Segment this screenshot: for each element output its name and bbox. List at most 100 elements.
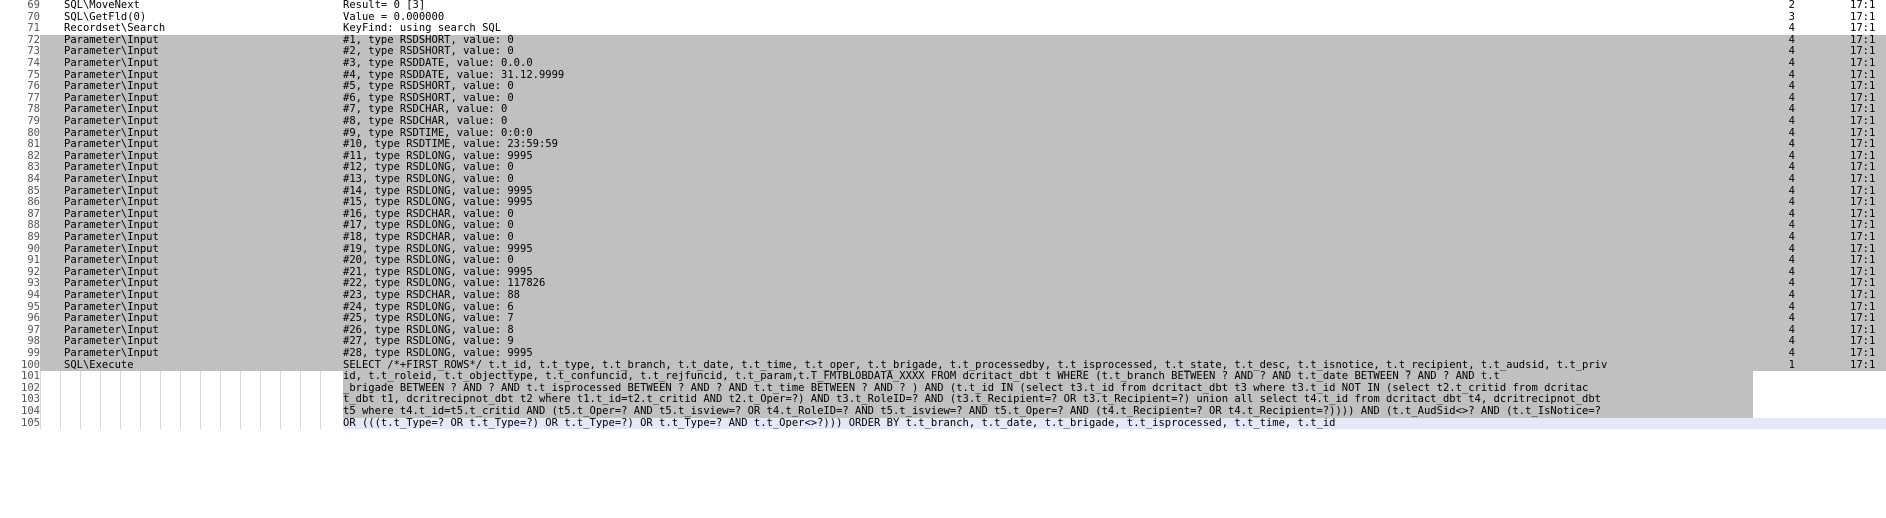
log-row[interactable]: 94 Parameter\Input #23, type RSDCHAR, valu… [0,289,1886,302]
row-number: 79 [0,115,40,128]
cell-divider [220,371,221,383]
row-message: #28, type RSDLONG, value: 9995 [343,347,533,359]
row-number: 105 [21,416,40,429]
row-message: SELECT /*+FIRST_ROWS*/ t.t_id, t.t_type,… [343,358,1608,371]
log-row[interactable]: 81 Parameter\Input #10, type RSDTIME, valu… [0,139,1886,151]
cell-divider [80,406,81,418]
empty-cells [40,406,340,418]
cell-divider [320,406,321,418]
log-row[interactable]: 100 SQL\Execute SELECT /*+FIRST_ROWS*/ t.t… [0,358,1886,372]
cell-divider [120,406,121,418]
cell-divider [60,394,61,406]
log-row[interactable]: 90 Parameter\Input #19, type RSDLONG, valu… [0,243,1886,256]
log-row[interactable]: 99 Parameter\Input #28, type RSDLONG, valu… [0,347,1886,360]
cell-divider [220,394,221,406]
log-row[interactable]: 80 Parameter\Input #9, type RSDTIME, value… [0,127,1886,140]
row-message: id, t.t_roleid, t.t_objecttype, t.t_conf… [343,371,1753,383]
log-row[interactable]: 91 Parameter\Input #20, type RSDLONG, valu… [0,255,1886,267]
log-row[interactable]: 83 Parameter\Input #12, type RSDLONG, valu… [0,162,1886,174]
row-level: 2 [1788,0,1795,11]
cell-divider [300,382,301,395]
cell-divider [160,382,161,395]
log-row-continuation[interactable]: 104 t5 where t4.t_id=t5.t_critid AND (t5.… [0,405,1886,418]
row-event-name: Parameter\Input [64,347,159,359]
row-number: 104 [21,405,40,417]
log-row[interactable]: 95 Parameter\Input #24, type RSDLONG, valu… [0,301,1886,314]
cell-divider [240,394,241,406]
log-row[interactable]: 73 Parameter\Input #2, type RSDSHORT, valu… [0,46,1886,58]
empty-cells [40,417,340,430]
row-number: 74 [0,57,40,70]
row-time: 17:1 [1850,57,1876,69]
row-message: Result= 0 [3] [343,0,426,11]
cell-divider [280,394,281,406]
row-time: 17:1 [1850,231,1876,243]
log-row[interactable]: 78 Parameter\Input #7, type RSDCHAR, value… [0,104,1886,116]
row-level: 4 [1788,173,1795,185]
row-number: 99 [0,347,40,360]
cell-divider [260,417,261,430]
log-row[interactable]: 82 Parameter\Input #11, type RSDLONG, valu… [0,150,1886,163]
log-row[interactable]: 69 SQL\MoveNext Result= 0 [3] 2 17:1 [0,0,1886,12]
log-row[interactable]: 74 Parameter\Input #3, type RSDDATE, value… [0,57,1886,70]
row-event-name: Parameter\Input [64,173,159,185]
log-row[interactable]: 86 Parameter\Input #15, type RSDLONG, valu… [0,197,1886,209]
cell-divider [200,394,201,406]
row-message: #13, type RSDLONG, value: 0 [343,173,514,185]
cell-divider [180,406,181,418]
cell-divider [80,382,81,395]
cell-divider [80,417,81,430]
log-row[interactable]: 72 Parameter\Input #1, type RSDSHORT, valu… [0,34,1886,47]
log-row[interactable]: 96 Parameter\Input #25, type RSDLONG, valu… [0,313,1886,325]
row-number: 69 [27,0,40,11]
log-row[interactable]: 75 Parameter\Input #4, type RSDDATE, value… [0,69,1886,82]
cell-divider [300,417,301,430]
row-message: #23, type RSDCHAR, value: 88 [343,289,521,301]
log-row[interactable]: 85 Parameter\Input #14, type RSDLONG, valu… [0,185,1886,198]
log-row[interactable]: 71 Recordset\Search KeyFind: using search … [0,23,1886,35]
cell-divider [240,406,241,418]
log-row[interactable]: 89 Parameter\Input #18, type RSDCHAR, valu… [0,231,1886,244]
cell-divider [140,394,141,406]
row-event-name: Parameter\Input [64,115,159,127]
cell-divider [160,417,161,430]
log-row-continuation[interactable]: 101 id, t.t_roleid, t.t_objecttype, t.t_c… [0,371,1886,383]
cell-divider [60,406,61,418]
log-row[interactable]: 87 Parameter\Input #16, type RSDCHAR, valu… [0,208,1886,221]
log-row[interactable]: 79 Parameter\Input #8, type RSDCHAR, value… [0,115,1886,128]
row-time: 17:1 [1850,115,1876,127]
log-row[interactable]: 77 Parameter\Input #6, type RSDSHORT, valu… [0,92,1886,105]
cell-divider [100,417,101,430]
log-row[interactable]: 88 Parameter\Input #17, type RSDLONG, valu… [0,220,1886,232]
cell-divider [320,394,321,406]
cell-divider [80,371,81,383]
cell-divider [80,394,81,406]
cell-divider [140,371,141,383]
log-row[interactable]: 93 Parameter\Input #22, type RSDLONG, valu… [0,278,1886,290]
row-time: 17:1 [1850,347,1876,359]
trace-log-grid[interactable]: 69 SQL\MoveNext Result= 0 [3] 2 17:1 70 SQL\Ge… [0,0,1886,518]
log-row-continuation[interactable]: 105 OR (((t.t_Type=? OR t.t_Type=?) OR t… [0,416,1886,430]
row-level: 4 [1788,347,1795,359]
cell-divider [240,417,241,430]
row-message: #18, type RSDCHAR, value: 0 [343,231,514,243]
log-row-continuation[interactable]: 103 t_dbt t1, dcritrecipnot_dbt t2 where … [0,394,1886,406]
cell-divider [100,394,101,406]
row-message: _brigade BETWEEN ? AND ? AND t.t_isproce… [343,382,1753,395]
log-row[interactable]: 70 SQL\GetFld(0) Value = 0.000000 3 17:1 [0,11,1886,24]
cell-divider [240,382,241,395]
empty-cells [40,382,340,395]
row-level: 1 [1788,358,1795,371]
row-time: 17:1 [1850,173,1876,185]
log-row-continuation[interactable]: 102 _brigade BETWEEN ? AND ? AND t.t_ispr… [0,382,1886,395]
row-level: 4 [1788,289,1795,301]
log-row[interactable]: 98 Parameter\Input #27, type RSDLONG, valu… [0,336,1886,348]
log-row[interactable]: 76 Parameter\Input #5, type RSDSHORT, valu… [0,81,1886,93]
cell-divider [240,371,241,383]
log-row[interactable]: 97 Parameter\Input #26, type RSDLONG, valu… [0,324,1886,337]
cell-divider [120,371,121,383]
log-row[interactable]: 92 Parameter\Input #21, type RSDLONG, valu… [0,266,1886,279]
row-time: 17:1 [1850,0,1876,11]
cell-divider [320,382,321,395]
log-row[interactable]: 84 Parameter\Input #13, type RSDLONG, valu… [0,173,1886,186]
